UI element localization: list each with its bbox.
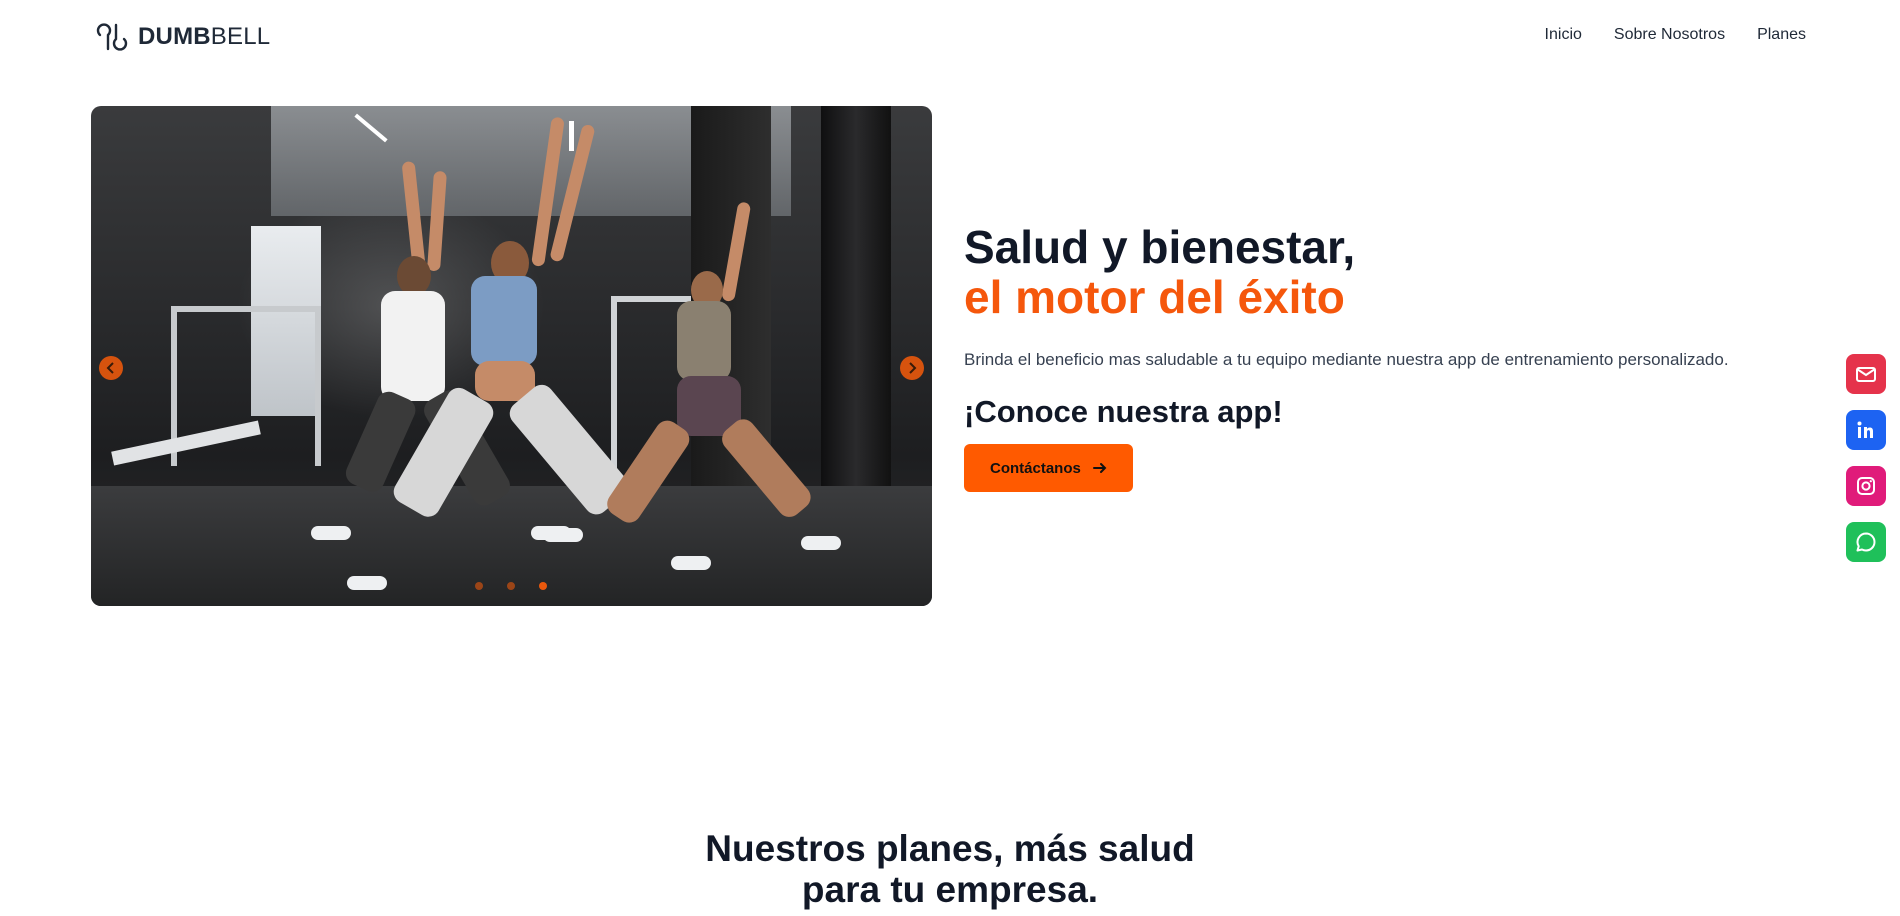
arrow-right-icon xyxy=(1092,463,1107,473)
app-cta-heading: ¡Conoce nuestra app! xyxy=(964,394,1283,429)
chevron-right-icon xyxy=(909,362,917,374)
gym-photo-light xyxy=(569,121,574,151)
athlete-torso xyxy=(381,291,445,401)
plans-title-line2: para tu empresa. xyxy=(801,869,1099,910)
social-links xyxy=(1846,354,1886,562)
contact-button-label: Contáctanos xyxy=(990,459,1081,477)
whatsapp-icon xyxy=(1856,532,1876,552)
carousel-dot[interactable] xyxy=(507,582,515,590)
hero-title-line1: Salud y bienestar, xyxy=(964,221,1356,273)
instagram-icon xyxy=(1857,477,1875,495)
hero-subtitle: Brinda el beneficio mas saludable a tu e… xyxy=(964,350,1729,369)
linkedin-button[interactable] xyxy=(1846,410,1886,450)
athlete-torso xyxy=(471,276,537,366)
carousel-prev-button[interactable] xyxy=(99,356,123,380)
mail-icon xyxy=(1856,367,1876,382)
logo-text: DUMBBELL xyxy=(138,23,270,51)
chevron-left-icon xyxy=(106,362,114,374)
logo[interactable]: DUMBBELL xyxy=(94,20,270,54)
carousel-next-button[interactable] xyxy=(900,356,924,380)
carousel-dot-active[interactable] xyxy=(539,582,547,590)
hero-title-line2: el motor del éxito xyxy=(964,271,1345,323)
athlete-shoe xyxy=(671,556,711,570)
nav-planes[interactable]: Planes xyxy=(1757,26,1806,44)
mail-button[interactable] xyxy=(1846,354,1886,394)
plans-title-line1: Nuestros planes, más salud xyxy=(705,828,1195,869)
logo-text-bold: DUMB xyxy=(138,23,211,50)
main-nav: Inicio Sobre Nosotros Planes xyxy=(1545,26,1806,44)
dumbbell-logo-icon xyxy=(96,23,128,51)
hero-carousel[interactable] xyxy=(91,106,932,606)
contact-button[interactable]: Contáctanos xyxy=(964,444,1133,492)
athlete-shoe xyxy=(347,576,387,590)
athlete-head xyxy=(397,256,431,296)
linkedin-icon xyxy=(1857,421,1873,438)
hero-title: Salud y bienestar, el motor del éxito xyxy=(964,222,1804,322)
carousel-indicators xyxy=(475,582,547,590)
logo-text-light: BELL xyxy=(210,23,271,50)
whatsapp-button[interactable] xyxy=(1846,522,1886,562)
hero-content: Salud y bienestar, el motor del éxito Br… xyxy=(964,222,1804,492)
carousel-dot[interactable] xyxy=(475,582,483,590)
instagram-button[interactable] xyxy=(1846,466,1886,506)
athlete-shoe xyxy=(311,526,351,540)
nav-inicio[interactable]: Inicio xyxy=(1545,26,1582,44)
nav-sobre-nosotros[interactable]: Sobre Nosotros xyxy=(1614,26,1725,44)
athlete-shoe xyxy=(801,536,841,550)
punching-bag xyxy=(821,106,891,526)
plans-section-title: Nuestros planes, más salud para tu empre… xyxy=(0,828,1900,910)
athlete-torso xyxy=(677,301,731,381)
athlete-shoe xyxy=(543,528,583,542)
site-header: DUMBBELL Inicio Sobre Nosotros Planes xyxy=(0,0,1900,72)
